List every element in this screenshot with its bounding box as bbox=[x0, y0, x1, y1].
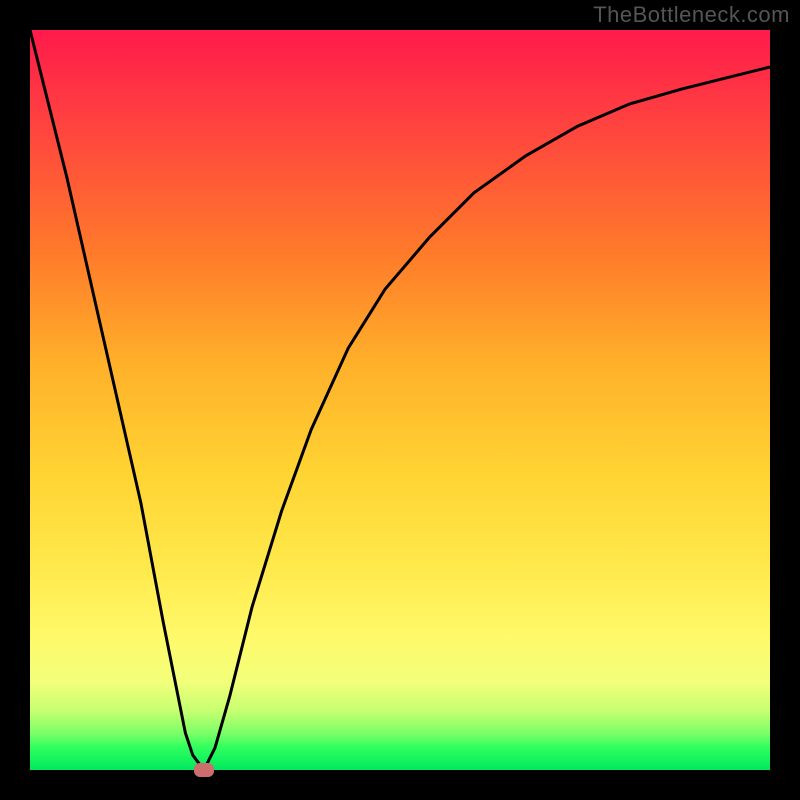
curve-svg bbox=[30, 30, 770, 770]
chart-frame: TheBottleneck.com bbox=[0, 0, 800, 800]
plot-area bbox=[30, 30, 770, 770]
watermark-text: TheBottleneck.com bbox=[593, 2, 790, 28]
curve-path bbox=[30, 30, 770, 770]
